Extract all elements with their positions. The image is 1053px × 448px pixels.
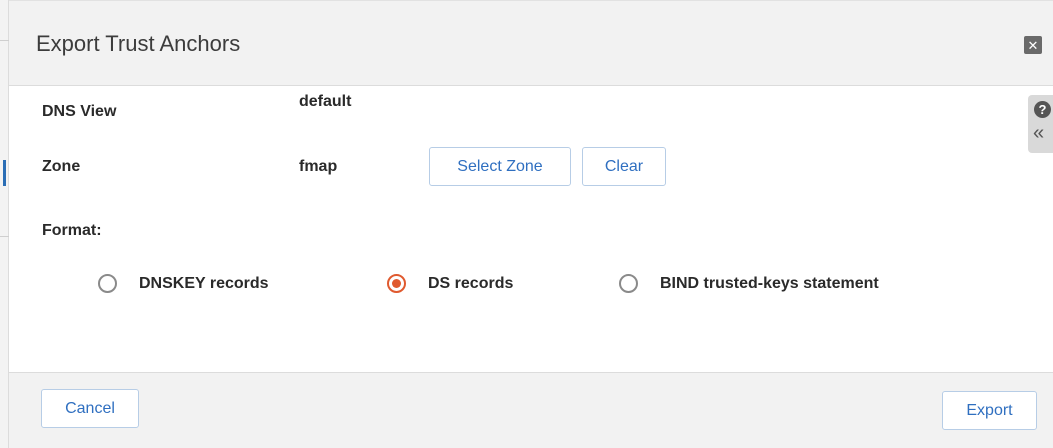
select-zone-button[interactable]: Select Zone xyxy=(429,147,571,186)
format-option-label: BIND trusted-keys statement xyxy=(660,274,879,292)
zone-value: fmap xyxy=(299,158,338,175)
dialog-footer: Cancel Export xyxy=(9,372,1053,448)
cancel-button[interactable]: Cancel xyxy=(41,389,139,428)
edge-divider xyxy=(0,40,9,41)
format-option-label: DS records xyxy=(428,274,514,292)
close-icon[interactable]: ✕ xyxy=(1024,36,1042,54)
export-trust-anchors-dialog: Export Trust Anchors ✕ ? « DNS View defa… xyxy=(9,0,1053,448)
format-option-dnskey[interactable]: DNSKEY records xyxy=(98,274,269,293)
radio-unchecked-icon[interactable] xyxy=(619,274,638,293)
format-label: Format: xyxy=(42,222,102,239)
edge-divider xyxy=(0,236,9,237)
zone-label: Zone xyxy=(42,158,81,175)
background-page-edge xyxy=(0,0,9,448)
radio-checked-icon[interactable] xyxy=(387,274,406,293)
help-panel-tab[interactable]: ? « xyxy=(1028,95,1053,153)
format-option-label: DNSKEY records xyxy=(139,274,269,292)
export-button[interactable]: Export xyxy=(942,391,1037,430)
dns-view-value: default xyxy=(299,93,352,110)
dialog-header: Export Trust Anchors ✕ xyxy=(9,0,1053,86)
double-chevron-left-icon[interactable]: « xyxy=(1033,123,1044,143)
dns-view-label: DNS View xyxy=(42,103,117,120)
radio-unchecked-icon[interactable] xyxy=(98,274,117,293)
clear-button[interactable]: Clear xyxy=(582,147,666,186)
format-option-bind[interactable]: BIND trusted-keys statement xyxy=(619,274,879,293)
dialog-title: Export Trust Anchors xyxy=(36,31,241,56)
help-icon[interactable]: ? xyxy=(1034,101,1051,118)
format-option-ds[interactable]: DS records xyxy=(387,274,513,293)
edge-marker xyxy=(3,160,6,186)
